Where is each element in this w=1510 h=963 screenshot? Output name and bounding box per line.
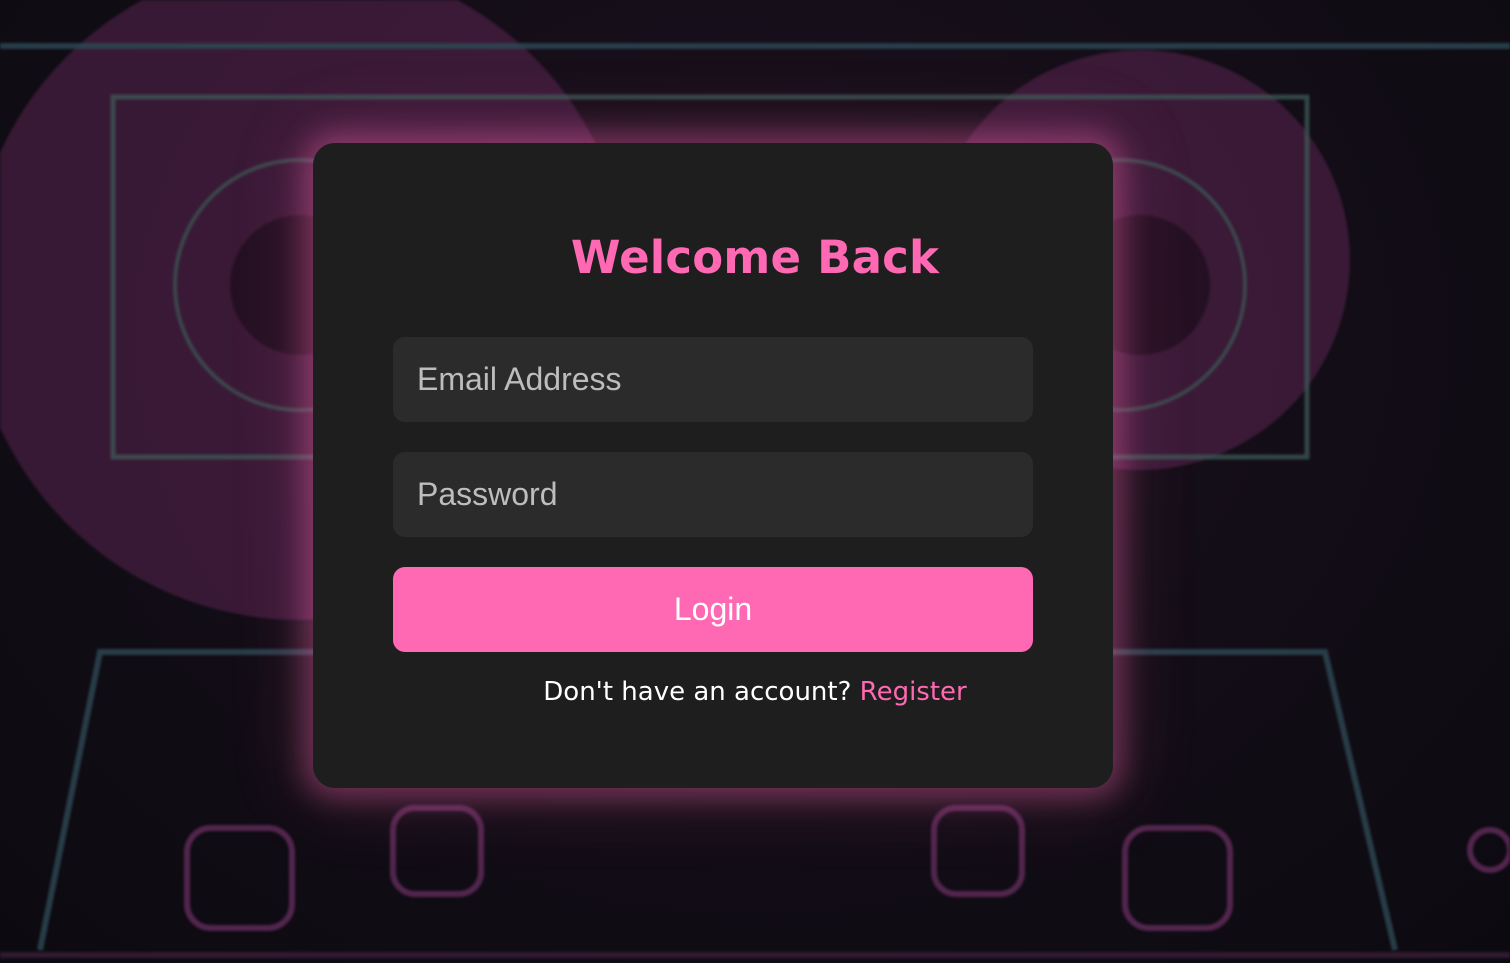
email-field[interactable]: [393, 337, 1033, 422]
register-link[interactable]: Register: [860, 677, 967, 707]
register-prompt-text: Don't have an account?: [543, 677, 860, 707]
login-button[interactable]: Login: [393, 567, 1033, 652]
register-prompt-line: Don't have an account? Register: [0, 672, 1510, 712]
password-field[interactable]: [393, 452, 1033, 537]
login-title: Welcome Back: [570, 231, 940, 284]
